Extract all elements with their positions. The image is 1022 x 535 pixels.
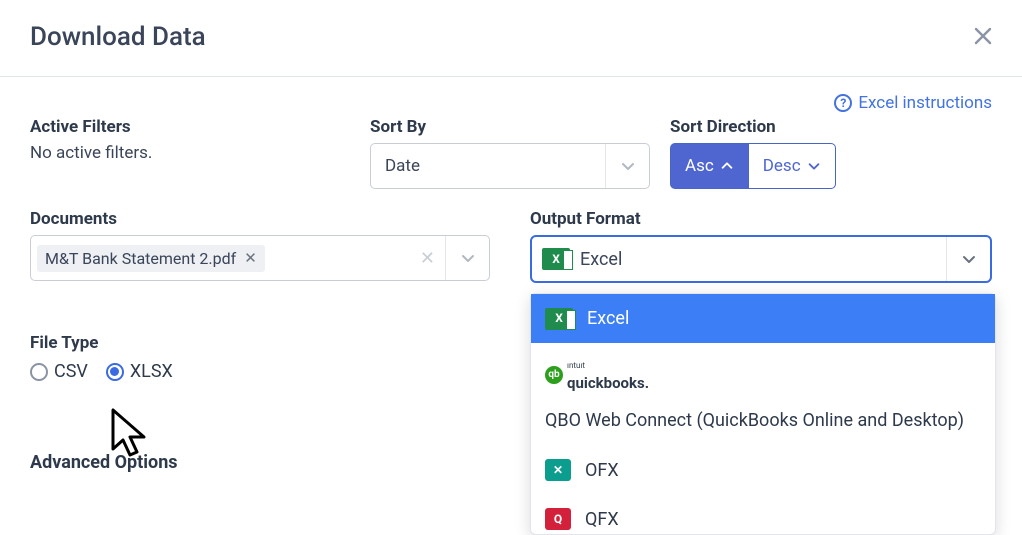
document-chip: M&T Bank Statement 2.pdf ✕ xyxy=(37,245,265,272)
sort-direction-label: Sort Direction xyxy=(670,117,992,137)
sort-by-select[interactable]: Date xyxy=(370,143,650,189)
csv-label: CSV xyxy=(54,361,88,382)
chip-remove-icon[interactable]: ✕ xyxy=(244,249,257,267)
output-format-select[interactable]: X Excel xyxy=(530,235,992,283)
radio-circle-icon xyxy=(30,363,48,381)
sort-direction-toggle: Asc Desc xyxy=(670,143,992,189)
excel-icon: X xyxy=(545,308,573,330)
documents-block: Documents M&T Bank Statement 2.pdf ✕ ✕ xyxy=(30,209,490,283)
radio-xlsx[interactable]: XLSX xyxy=(106,361,173,382)
quickbooks-icon: qb ıntuıtquickbooks. xyxy=(545,355,649,394)
modal-title: Download Data xyxy=(30,22,206,52)
desc-label: Desc xyxy=(763,156,801,176)
chevron-down-icon xyxy=(807,159,821,173)
option-ofx-label: OFX xyxy=(585,458,619,483)
help-icon: ? xyxy=(834,94,852,112)
sort-by-block: Sort By Date xyxy=(370,117,650,189)
radio-csv[interactable]: CSV xyxy=(30,361,88,382)
sort-direction-block: Sort Direction Asc Desc xyxy=(670,117,992,189)
modal-body: ? Excel instructions Active Filters No a… xyxy=(0,77,1022,473)
help-link-text: Excel instructions xyxy=(858,93,992,113)
sort-desc-button[interactable]: Desc xyxy=(749,143,836,189)
asc-label: Asc xyxy=(685,156,714,176)
sort-by-value: Date xyxy=(385,156,420,176)
modal-header: Download Data xyxy=(0,0,1022,77)
active-filters-text: No active filters. xyxy=(30,143,350,163)
sort-by-label: Sort By xyxy=(370,117,650,137)
chevron-up-icon xyxy=(720,159,734,173)
active-filters-block: Active Filters No active filters. xyxy=(30,117,350,189)
clear-documents-icon[interactable]: ✕ xyxy=(410,248,445,269)
output-format-block: Output Format X Excel xyxy=(530,209,992,283)
documents-output-row: Documents M&T Bank Statement 2.pdf ✕ ✕ O… xyxy=(30,209,992,283)
close-icon xyxy=(974,27,992,45)
output-format-label: Output Format xyxy=(530,209,992,229)
ofx-icon: ✕ xyxy=(545,459,571,481)
option-excel[interactable]: X Excel xyxy=(531,294,995,343)
chip-text: M&T Bank Statement 2.pdf xyxy=(45,249,236,268)
option-qfx-label: QFX xyxy=(585,507,619,532)
chevron-down-icon xyxy=(605,144,649,188)
top-row: Active Filters No active filters. Sort B… xyxy=(30,117,992,189)
documents-label: Documents xyxy=(30,209,490,229)
help-row: ? Excel instructions xyxy=(30,93,992,113)
option-qbo[interactable]: qb ıntuıtquickbooks. QBO Web Connect (Qu… xyxy=(531,343,995,445)
option-qbo-label: QBO Web Connect (QuickBooks Online and D… xyxy=(545,408,964,433)
documents-select[interactable]: M&T Bank Statement 2.pdf ✕ ✕ xyxy=(30,235,490,281)
option-qfx[interactable]: Q QFX xyxy=(531,495,995,532)
chevron-down-icon[interactable] xyxy=(946,237,990,281)
radio-circle-checked-icon xyxy=(106,363,124,381)
output-value: Excel xyxy=(580,249,622,270)
option-excel-label: Excel xyxy=(587,306,629,331)
output-format-dropdown: X Excel qb ıntuıtquickbooks. QBO Web Con… xyxy=(530,293,996,535)
sort-asc-button[interactable]: Asc xyxy=(670,143,749,189)
excel-instructions-link[interactable]: ? Excel instructions xyxy=(834,93,992,113)
excel-icon: X xyxy=(542,248,570,270)
chevron-down-icon[interactable] xyxy=(445,236,489,280)
xlsx-label: XLSX xyxy=(130,361,173,382)
qfx-icon: Q xyxy=(545,508,571,530)
close-button[interactable] xyxy=(974,24,992,50)
active-filters-label: Active Filters xyxy=(30,117,350,137)
option-ofx[interactable]: ✕ OFX xyxy=(531,446,995,495)
